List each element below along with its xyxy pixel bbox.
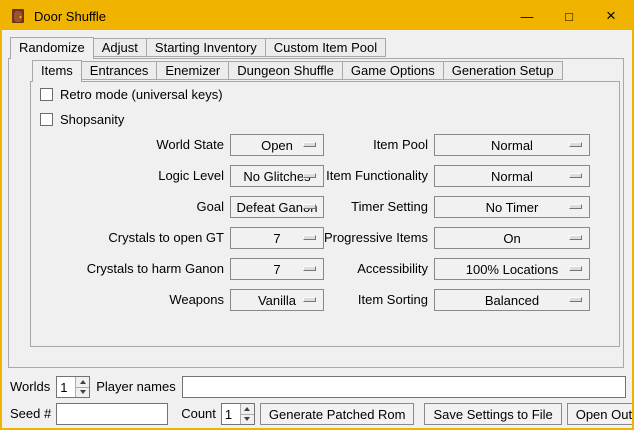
dropdown-indicator-icon bbox=[569, 235, 582, 240]
tab-randomize[interactable]: Randomize bbox=[10, 37, 94, 59]
window-controls: — □ × bbox=[506, 2, 632, 30]
item-pool-label: Item Pool bbox=[302, 134, 428, 156]
spin-up-button[interactable] bbox=[76, 377, 89, 387]
arrow-down-icon bbox=[244, 417, 250, 421]
inner-tab-bar: Items Entrances Enemizer Dungeon Shuffle… bbox=[32, 60, 562, 82]
timer-setting-label: Timer Setting bbox=[302, 196, 428, 218]
progressive-items-label: Progressive Items bbox=[302, 227, 428, 249]
timer-setting-value: No Timer bbox=[486, 200, 539, 215]
worlds-label: Worlds bbox=[10, 376, 50, 398]
tab-generation-setup[interactable]: Generation Setup bbox=[443, 61, 563, 80]
generate-patched-rom-button[interactable]: Generate Patched Rom bbox=[260, 403, 415, 425]
player-names-input[interactable] bbox=[182, 376, 626, 398]
logic-level-value: No Glitches bbox=[243, 169, 310, 184]
dropdown-indicator-icon bbox=[569, 204, 582, 209]
tab-enemizer[interactable]: Enemizer bbox=[156, 61, 229, 80]
open-output-directory-button[interactable]: Open Output Directory bbox=[567, 403, 634, 425]
options-left-column: World State Open Logic Level No Glitches… bbox=[32, 134, 324, 311]
item-sorting-value: Balanced bbox=[485, 293, 539, 308]
tab-adjust[interactable]: Adjust bbox=[93, 38, 147, 57]
tab-items[interactable]: Items bbox=[32, 60, 82, 82]
app-icon[interactable] bbox=[10, 8, 26, 24]
seed-label: Seed # bbox=[10, 403, 51, 425]
arrow-down-icon bbox=[80, 390, 86, 394]
tab-dungeon-shuffle[interactable]: Dungeon Shuffle bbox=[228, 61, 343, 80]
accessibility-value: 100% Locations bbox=[466, 262, 559, 277]
maximize-button[interactable]: □ bbox=[548, 2, 590, 30]
count-spin-arrows bbox=[240, 404, 254, 424]
outer-tab-bar: Randomize Adjust Starting Inventory Cust… bbox=[10, 37, 385, 59]
crystals-harm-ganon-value: 7 bbox=[273, 262, 280, 277]
count-label: Count bbox=[181, 403, 216, 425]
titlebar[interactable]: Door Shuffle — □ × bbox=[2, 2, 632, 30]
options-right-column: Item Pool Normal Item Functionality Norm… bbox=[302, 134, 590, 311]
dropdown-indicator-icon bbox=[569, 173, 582, 178]
count-spinbox[interactable] bbox=[221, 403, 255, 425]
tab-starting-inventory[interactable]: Starting Inventory bbox=[146, 38, 266, 57]
shopsanity-checkbox[interactable] bbox=[40, 113, 53, 126]
item-pool-value: Normal bbox=[491, 138, 533, 153]
weapons-label: Weapons bbox=[32, 289, 224, 311]
spin-down-button[interactable] bbox=[76, 387, 89, 398]
crystals-open-gt-label: Crystals to open GT bbox=[32, 227, 224, 249]
logic-level-label: Logic Level bbox=[32, 165, 224, 187]
maximize-icon: □ bbox=[565, 9, 573, 24]
arrow-up-icon bbox=[80, 380, 86, 384]
spin-down-button[interactable] bbox=[241, 414, 254, 425]
worlds-row: Worlds Player names bbox=[10, 376, 626, 398]
crystals-harm-ganon-label: Crystals to harm Ganon bbox=[32, 258, 224, 280]
worlds-input[interactable] bbox=[57, 377, 75, 397]
worlds-spin-arrows bbox=[75, 377, 89, 397]
item-sorting-label: Item Sorting bbox=[302, 289, 428, 311]
count-input[interactable] bbox=[222, 404, 240, 424]
generate-row: Seed # Count Generate Patched Rom Save S… bbox=[10, 403, 626, 425]
item-functionality-value: Normal bbox=[491, 169, 533, 184]
timer-setting-dropdown[interactable]: No Timer bbox=[434, 196, 590, 218]
dropdown-indicator-icon bbox=[569, 266, 582, 271]
dropdown-indicator-icon bbox=[569, 297, 582, 302]
goal-label: Goal bbox=[32, 196, 224, 218]
world-state-value: Open bbox=[261, 138, 293, 153]
crystals-open-gt-value: 7 bbox=[273, 231, 280, 246]
shopsanity-label: Shopsanity bbox=[60, 112, 124, 127]
save-settings-button[interactable]: Save Settings to File bbox=[424, 403, 561, 425]
shopsanity-checkbox-row[interactable]: Shopsanity bbox=[40, 112, 124, 126]
worlds-spinbox[interactable] bbox=[56, 376, 90, 398]
item-functionality-label: Item Functionality bbox=[302, 165, 428, 187]
door-shuffle-window: Door Shuffle — □ × Randomize Adjust Star… bbox=[0, 0, 634, 430]
minimize-button[interactable]: — bbox=[506, 2, 548, 30]
minimize-icon: — bbox=[521, 9, 534, 24]
retro-mode-label: Retro mode (universal keys) bbox=[60, 87, 223, 102]
dropdown-indicator-icon bbox=[569, 142, 582, 147]
world-state-label: World State bbox=[32, 134, 224, 156]
progressive-items-dropdown[interactable]: On bbox=[434, 227, 590, 249]
player-names-label: Player names bbox=[96, 376, 175, 398]
arrow-up-icon bbox=[244, 407, 250, 411]
tab-entrances[interactable]: Entrances bbox=[81, 61, 158, 80]
weapons-value: Vanilla bbox=[258, 293, 296, 308]
tab-custom-item-pool[interactable]: Custom Item Pool bbox=[265, 38, 386, 57]
tab-game-options[interactable]: Game Options bbox=[342, 61, 444, 80]
window-title: Door Shuffle bbox=[34, 9, 106, 24]
accessibility-dropdown[interactable]: 100% Locations bbox=[434, 258, 590, 280]
accessibility-label: Accessibility bbox=[302, 258, 428, 280]
progressive-items-value: On bbox=[503, 231, 520, 246]
close-icon: × bbox=[606, 6, 616, 26]
spin-up-button[interactable] bbox=[241, 404, 254, 414]
item-pool-dropdown[interactable]: Normal bbox=[434, 134, 590, 156]
item-functionality-dropdown[interactable]: Normal bbox=[434, 165, 590, 187]
item-sorting-dropdown[interactable]: Balanced bbox=[434, 289, 590, 311]
close-button[interactable]: × bbox=[590, 2, 632, 30]
seed-input[interactable] bbox=[56, 403, 168, 425]
retro-mode-checkbox[interactable] bbox=[40, 88, 53, 101]
retro-mode-checkbox-row[interactable]: Retro mode (universal keys) bbox=[40, 87, 223, 101]
